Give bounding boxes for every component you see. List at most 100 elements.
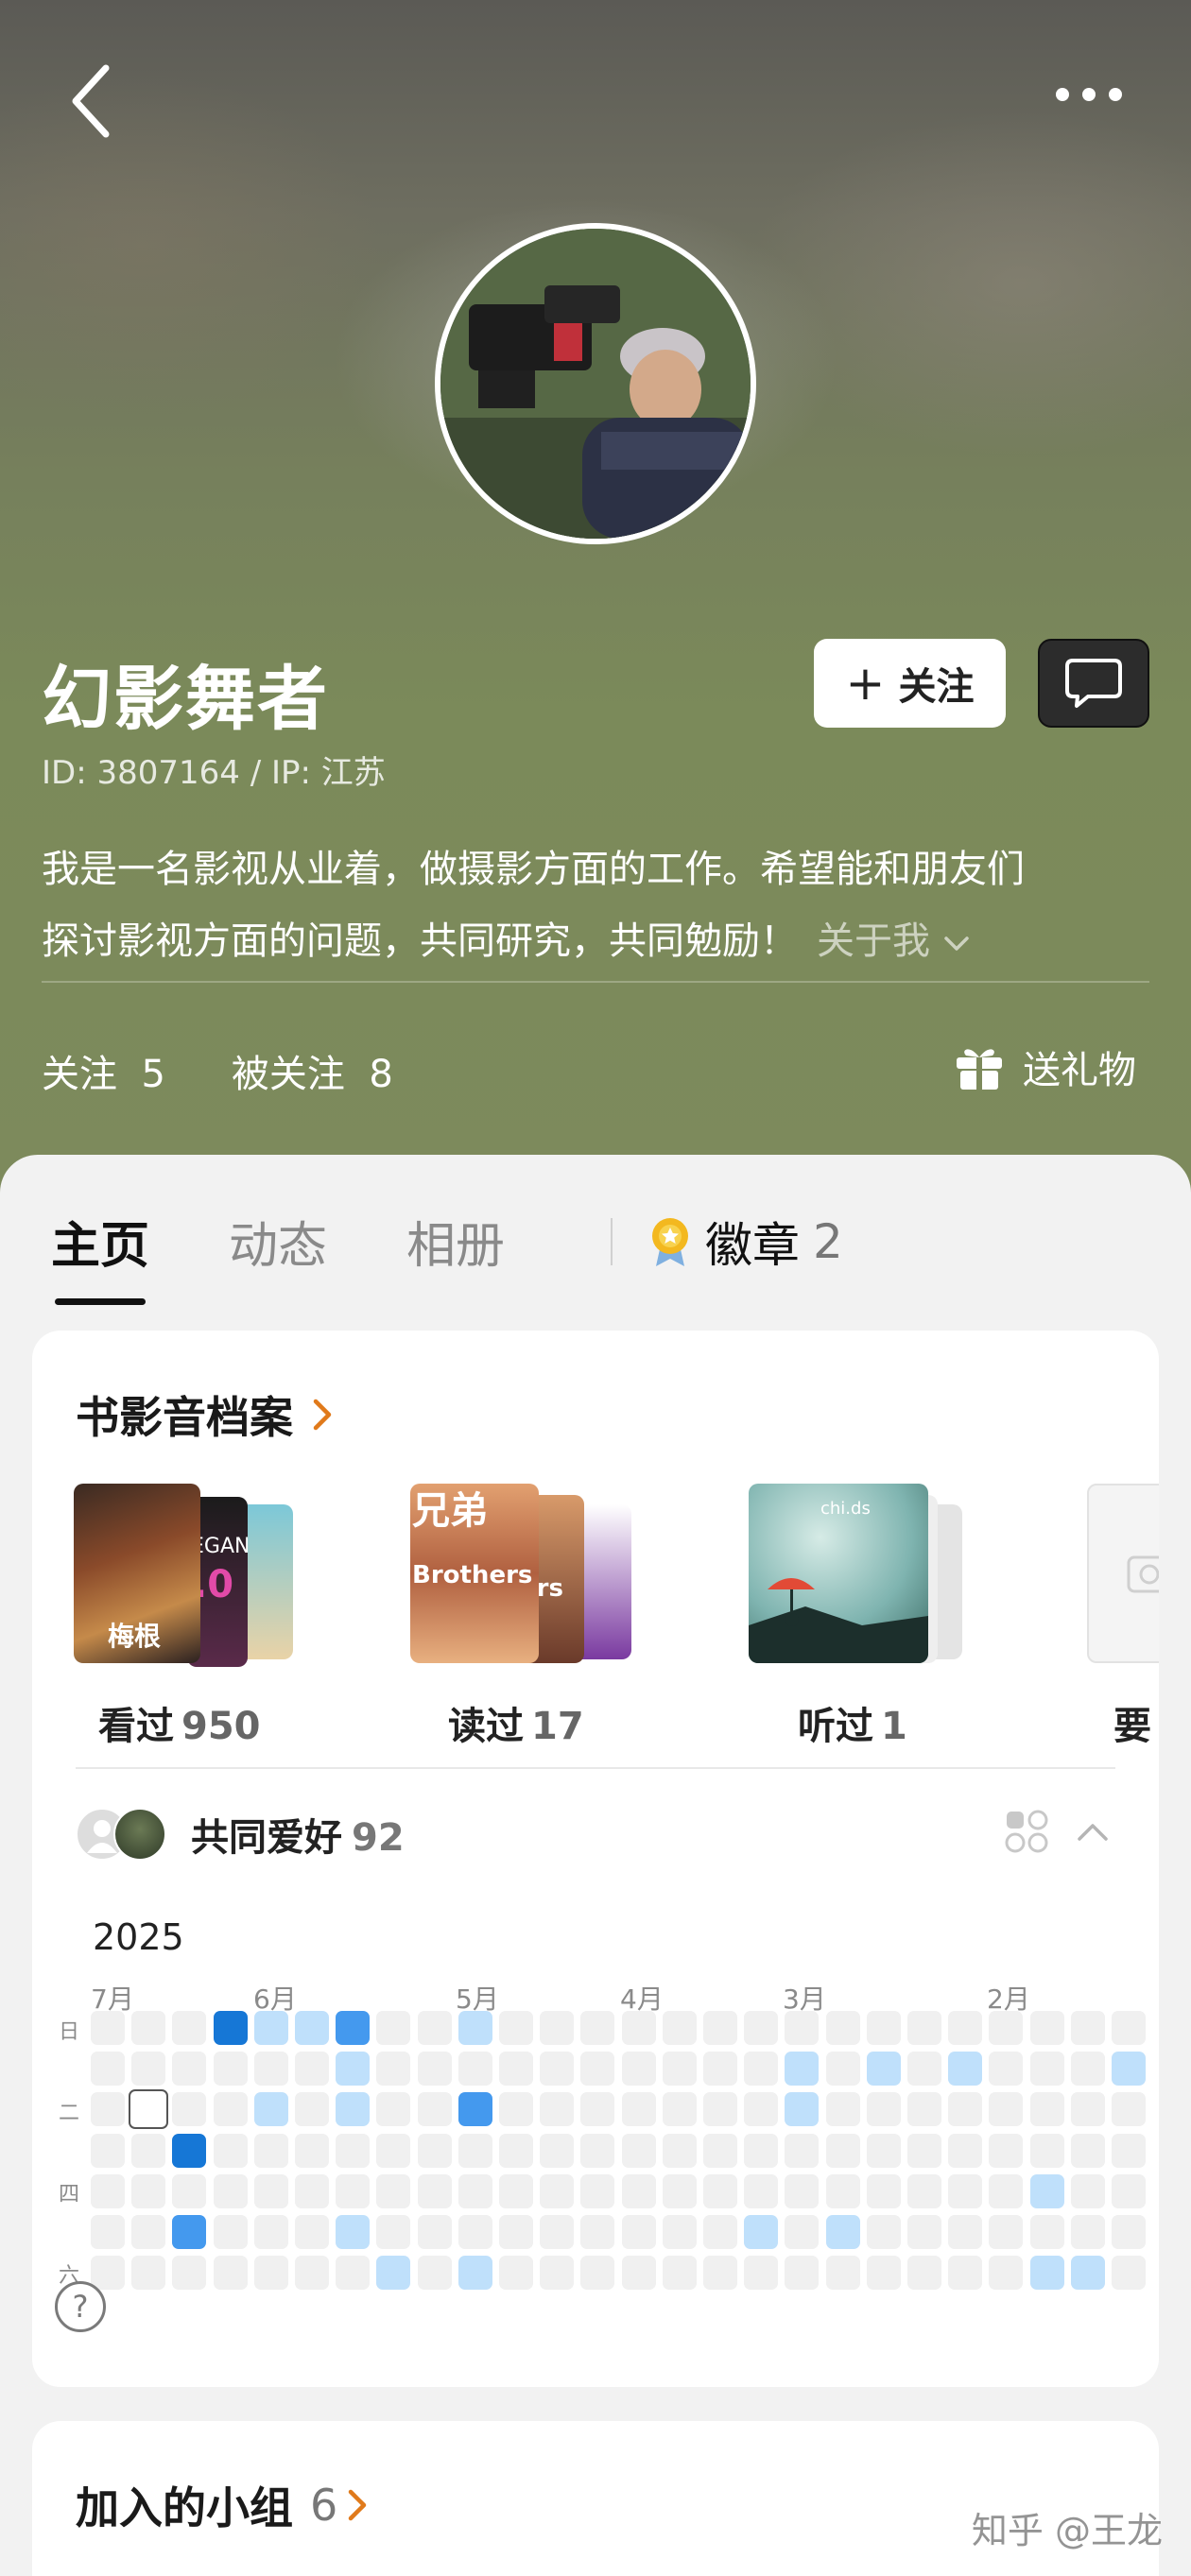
avatar[interactable] bbox=[435, 223, 756, 544]
day-label: 四 bbox=[59, 2183, 80, 2207]
shelf-wish-label[interactable]: 要 bbox=[1113, 1695, 1159, 1750]
heatmap-cell bbox=[213, 2215, 248, 2249]
heatmap-cell bbox=[825, 2133, 860, 2168]
heatmap-cell bbox=[907, 2052, 941, 2087]
heatmap-cell bbox=[907, 2256, 941, 2291]
heatmap-cell bbox=[866, 2052, 901, 2087]
heatmap-cell bbox=[253, 2133, 288, 2168]
heatmap-cell bbox=[131, 2256, 166, 2291]
tab-separator bbox=[611, 1217, 613, 1265]
heatmap-cell bbox=[336, 2215, 371, 2249]
wish-label: 要 bbox=[1113, 1705, 1151, 1748]
add-cover-icon bbox=[1127, 1555, 1159, 1593]
shelf-watched[interactable]: EGAN .0 梅根 bbox=[74, 1484, 319, 1673]
heatmap-cell bbox=[499, 2011, 533, 2045]
heatmap-cell bbox=[825, 2052, 860, 2087]
following-stat[interactable]: 关注 5 bbox=[42, 1043, 165, 1098]
heatmap-cell bbox=[295, 2011, 329, 2045]
shelf-wish[interactable] bbox=[1087, 1484, 1159, 1673]
heatmap-cell bbox=[948, 2052, 983, 2087]
question-icon: ? bbox=[72, 2289, 89, 2325]
heatmap-cell bbox=[457, 2092, 492, 2127]
more-options-button[interactable] bbox=[1051, 74, 1127, 112]
common-hobbies-label: 共同爱好 92 bbox=[191, 1807, 405, 1862]
cover-book-1-subtitle: Brothers bbox=[412, 1561, 533, 1589]
back-button[interactable] bbox=[66, 59, 123, 144]
tab-activity[interactable]: 动态 bbox=[229, 1206, 327, 1277]
chevron-left-icon bbox=[72, 64, 110, 138]
heatmap-cell bbox=[1029, 2256, 1064, 2291]
tab-home[interactable]: 主页 bbox=[51, 1206, 149, 1305]
heatmap-cell bbox=[866, 2011, 901, 2045]
archive-title-link[interactable]: 书影音档案 bbox=[76, 1383, 335, 1446]
heatmap-cell bbox=[172, 2052, 207, 2087]
heatmap-cell bbox=[1112, 2215, 1146, 2249]
heatmap-cell bbox=[1070, 2256, 1105, 2291]
send-gift-button[interactable]: 送礼物 bbox=[953, 1039, 1136, 1094]
heatmap-cell bbox=[621, 2011, 656, 2045]
heatmap-cell bbox=[417, 2052, 452, 2087]
heatmap-cell bbox=[1112, 2133, 1146, 2168]
heatmap-cell bbox=[540, 2256, 575, 2291]
heatmap-cell bbox=[989, 2215, 1024, 2249]
heatmap-cell bbox=[1070, 2133, 1105, 2168]
heatmap-cell bbox=[336, 2256, 371, 2291]
archive-title: 书影音档案 bbox=[76, 1392, 293, 1443]
help-button[interactable]: ? bbox=[55, 2281, 106, 2332]
followers-stat[interactable]: 被关注 8 bbox=[232, 1043, 393, 1098]
heatmap-cell bbox=[1029, 2173, 1064, 2208]
tab-album[interactable]: 相册 bbox=[406, 1206, 505, 1277]
heatmap-cell bbox=[744, 2011, 779, 2045]
shelf-watched-label[interactable]: 看过 950 bbox=[98, 1695, 261, 1750]
heatmap-cell bbox=[1112, 2011, 1146, 2045]
about-me-link[interactable]: 关于我 bbox=[817, 919, 971, 963]
grid-view-icon[interactable] bbox=[1004, 1809, 1049, 1854]
heatmap-cell bbox=[662, 2256, 697, 2291]
heatmap-cell bbox=[457, 2256, 492, 2291]
message-button[interactable] bbox=[1038, 639, 1149, 728]
chevron-right-icon bbox=[313, 1399, 332, 1431]
follow-button[interactable]: + 关注 bbox=[814, 639, 1006, 728]
heatmap-cell bbox=[417, 2173, 452, 2208]
groups-count: 6 bbox=[310, 2480, 338, 2531]
profile-bio: 我是一名影视从业着，做摄影方面的工作。希望能和朋友们 探讨影视方面的问题，共同研… bbox=[42, 833, 1157, 977]
heatmap-cell bbox=[213, 2173, 248, 2208]
shelf-listened-label[interactable]: 听过 1 bbox=[798, 1695, 907, 1750]
chevron-up-icon[interactable] bbox=[1076, 1820, 1110, 1843]
shelf-listened[interactable]: chi.ds bbox=[749, 1484, 994, 1673]
heatmap-cell bbox=[253, 2011, 288, 2045]
heatmap-cell bbox=[336, 2011, 371, 2045]
groups-title-link[interactable]: 加入的小组 6 bbox=[76, 2474, 370, 2536]
heatmap-cell bbox=[172, 2215, 207, 2249]
heatmap-cell bbox=[1070, 2052, 1105, 2087]
heatmap-cell bbox=[336, 2173, 371, 2208]
common-hobbies-row[interactable]: 共同爱好 92 bbox=[76, 1801, 1115, 1867]
heatmap-cell bbox=[989, 2052, 1024, 2087]
cover-movie-1: 梅根 bbox=[74, 1484, 200, 1663]
tab-badges[interactable]: 徽章 2 bbox=[648, 1208, 843, 1276]
heatmap-cell bbox=[621, 2256, 656, 2291]
heatmap-cell bbox=[662, 2011, 697, 2045]
heatmap-cell bbox=[1112, 2256, 1146, 2291]
heatmap-cell bbox=[580, 2215, 615, 2249]
heatmap-cell bbox=[1029, 2215, 1064, 2249]
common-tools bbox=[1004, 1809, 1110, 1854]
umbrella-figure-art bbox=[749, 1578, 928, 1663]
heatmap-cell bbox=[499, 2052, 533, 2087]
heatmap-cell bbox=[253, 2256, 288, 2291]
shelf-read[interactable]: ers 兄弟 Brothers bbox=[410, 1484, 656, 1673]
heatmap-year: 2025 bbox=[93, 1916, 184, 1958]
heatmap-cell bbox=[172, 2173, 207, 2208]
heatmap-cell bbox=[703, 2256, 737, 2291]
following-label: 关注 bbox=[42, 1053, 117, 1096]
profile-tabs: 主页 动态 相册 徽章 2 bbox=[51, 1206, 843, 1305]
heatmap-cell bbox=[336, 2052, 371, 2087]
shelf-read-label[interactable]: 读过 17 bbox=[448, 1695, 584, 1750]
cover-book-1: 兄弟 Brothers bbox=[410, 1484, 539, 1663]
heatmap-cell bbox=[662, 2173, 697, 2208]
send-gift-label: 送礼物 bbox=[1023, 1049, 1136, 1092]
heatmap-cell bbox=[703, 2173, 737, 2208]
heatmap-cell bbox=[417, 2215, 452, 2249]
heatmap-cell bbox=[376, 2173, 411, 2208]
following-count: 5 bbox=[141, 1053, 165, 1096]
